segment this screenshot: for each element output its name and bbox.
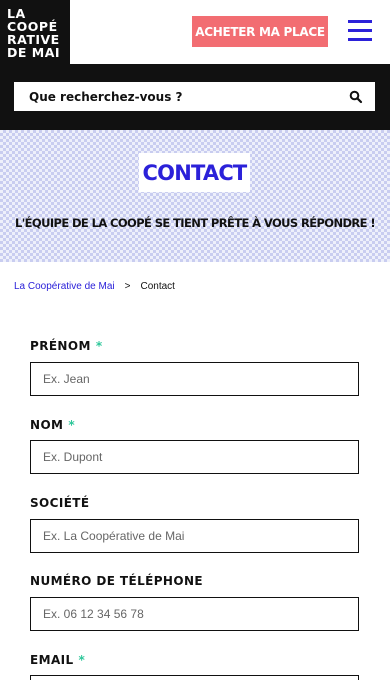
required-marker: * — [78, 653, 86, 667]
field-label-text: NUMÉRO DE TÉLÉPHONE — [30, 574, 203, 588]
required-marker: * — [68, 418, 76, 432]
company-label: SOCIÉTÉ — [30, 496, 90, 510]
search-bar: Que recherchez-vous ? — [0, 64, 390, 130]
breadcrumb-separator: > — [124, 281, 131, 292]
company-field[interactable] — [30, 519, 359, 553]
first-name-field[interactable] — [30, 362, 359, 396]
required-marker: * — [95, 339, 103, 353]
field-label-text: NOM — [30, 418, 64, 432]
first-name-label: PRÉNOM * — [30, 339, 103, 353]
email-label: EMAIL * — [30, 653, 85, 667]
last-name-label: NOM * — [30, 418, 75, 432]
site-header: LA COOPÉ RATIVE DE MAI ACHETER MA PLACE — [0, 0, 390, 64]
last-name-field[interactable] — [30, 440, 359, 474]
search-input[interactable]: Que recherchez-vous ? — [14, 82, 375, 111]
site-logo[interactable]: LA COOPÉ RATIVE DE MAI — [0, 0, 70, 64]
field-label-text: EMAIL — [30, 653, 74, 667]
menu-icon[interactable] — [346, 19, 376, 43]
breadcrumb: La Coopérative de Mai > Contact — [14, 281, 175, 292]
logo-line: DE MAI — [7, 45, 61, 60]
search-placeholder: Que recherchez-vous ? — [29, 89, 183, 104]
breadcrumb-current: Contact — [140, 281, 175, 292]
buy-ticket-button[interactable]: ACHETER MA PLACE — [192, 16, 328, 47]
search-icon[interactable] — [349, 90, 363, 104]
phone-label: NUMÉRO DE TÉLÉPHONE — [30, 574, 203, 588]
page-subtitle: L'ÉQUIPE DE LA COOPÉ SE TIENT PRÊTE À VO… — [15, 216, 376, 230]
breadcrumb-home-link[interactable]: La Coopérative de Mai — [14, 281, 115, 292]
field-label-text: PRÉNOM — [30, 339, 91, 353]
email-field[interactable] — [30, 675, 359, 680]
phone-field[interactable] — [30, 597, 359, 631]
page-hero: CONTACT L'ÉQUIPE DE LA COOPÉ SE TIENT PR… — [0, 130, 390, 262]
page-title: CONTACT — [139, 153, 250, 192]
field-label-text: SOCIÉTÉ — [30, 496, 90, 510]
